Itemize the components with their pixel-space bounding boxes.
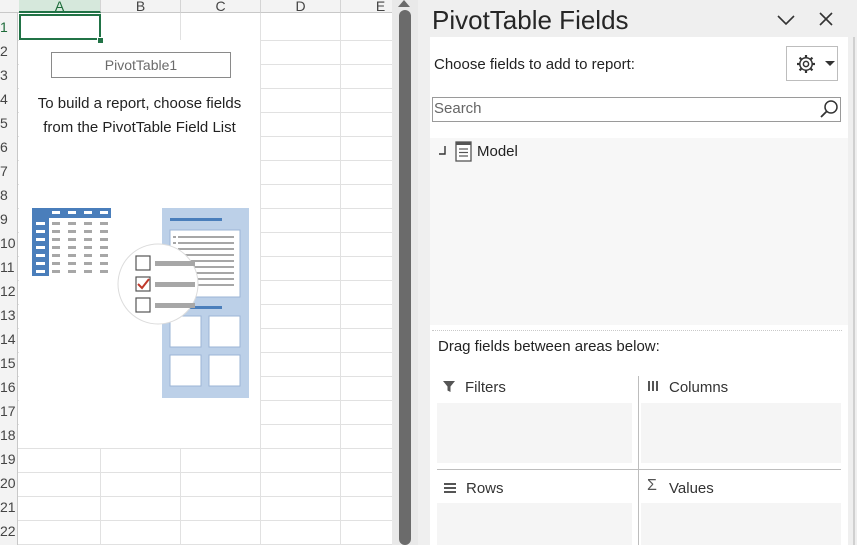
values-drop-area[interactable] <box>641 503 841 545</box>
row-header-6[interactable]: 6 <box>0 135 18 159</box>
row-header-22[interactable]: 22 <box>0 519 18 543</box>
pivottable-name-box: PivotTable1 <box>51 52 231 78</box>
row-header-4[interactable]: 4 <box>0 87 18 111</box>
list-splitter[interactable] <box>432 330 842 331</box>
row-header-2[interactable]: 2 <box>0 39 18 63</box>
vertical-scrollbar-thumb[interactable] <box>399 10 411 545</box>
grid-line <box>18 496 392 497</box>
scroll-up-arrow-icon[interactable] <box>398 0 410 7</box>
row-header-11[interactable]: 11 <box>0 255 18 279</box>
row-header-7[interactable]: 7 <box>0 159 18 183</box>
table-icon <box>455 141 472 162</box>
field-list <box>430 138 848 325</box>
collapse-pane-chevron-icon[interactable] <box>776 10 796 30</box>
rows-area-title: Rows <box>466 480 504 497</box>
column-header-a[interactable]: A <box>19 0 101 13</box>
area-divider <box>638 376 639 545</box>
row-header-19[interactable]: 19 <box>0 447 18 471</box>
pivottable-instruction-line-2: from the PivotTable Field List <box>43 119 236 136</box>
column-header-d[interactable]: D <box>261 0 341 13</box>
grid-line <box>18 472 392 473</box>
column-header-b[interactable]: B <box>101 0 181 13</box>
filters-drop-area[interactable] <box>437 403 632 463</box>
row-header-9[interactable]: 9 <box>0 207 18 231</box>
row-header-17[interactable]: 17 <box>0 399 18 423</box>
fill-handle[interactable] <box>97 37 104 44</box>
column-header-c[interactable]: C <box>181 0 261 13</box>
pivottable-instruction-line-1: To build a report, choose fields <box>37 95 242 112</box>
area-divider <box>437 469 841 470</box>
rows-drop-area[interactable] <box>437 503 632 545</box>
field-search-input[interactable] <box>432 97 841 122</box>
rows-icon <box>444 483 456 493</box>
grid-line <box>340 13 341 545</box>
columns-area-title: Columns <box>669 379 729 396</box>
pivottable-illustration <box>32 208 249 398</box>
column-header-e[interactable]: E <box>341 0 392 13</box>
row-header-14[interactable]: 14 <box>0 327 18 351</box>
row-header-1[interactable]: 1 <box>0 15 18 39</box>
row-header-3[interactable]: 3 <box>0 63 18 87</box>
grid-line <box>18 448 392 449</box>
field-item-model[interactable]: Model <box>477 143 518 160</box>
sigma-icon: Σ <box>647 477 657 494</box>
row-header-20[interactable]: 20 <box>0 471 18 495</box>
pane-title: PivotTable Fields <box>432 5 629 35</box>
grid-line <box>260 13 261 545</box>
search-icon[interactable] <box>818 98 840 120</box>
row-header-13[interactable]: 13 <box>0 303 18 327</box>
values-area-title: Values <box>669 480 714 497</box>
pane-border <box>853 37 855 545</box>
row-header-15[interactable]: 15 <box>0 351 18 375</box>
row-header-8[interactable]: 8 <box>0 183 18 207</box>
choose-fields-label: Choose fields to add to report: <box>434 56 635 73</box>
row-header-5[interactable]: 5 <box>0 111 18 135</box>
expand-toggle-icon[interactable] <box>437 145 447 157</box>
worksheet-grid[interactable]: A B C D E 1 2 3 4 5 6 7 8 9 10 11 12 13 … <box>0 0 392 545</box>
drag-fields-label: Drag fields between areas below: <box>438 338 660 355</box>
field-list-settings-button[interactable] <box>786 46 838 81</box>
row-header-10[interactable]: 10 <box>0 231 18 255</box>
select-all-corner[interactable] <box>0 0 19 13</box>
row-header-21[interactable]: 21 <box>0 495 18 519</box>
row-header-12[interactable]: 12 <box>0 279 18 303</box>
active-cell-a1[interactable] <box>19 14 101 40</box>
columns-icon <box>648 381 658 391</box>
row-header-16[interactable]: 16 <box>0 375 18 399</box>
grid-line <box>18 520 392 521</box>
filters-area-title: Filters <box>465 379 506 396</box>
columns-drop-area[interactable] <box>641 403 841 463</box>
dropdown-caret-icon <box>825 61 835 66</box>
row-header-18[interactable]: 18 <box>0 423 18 447</box>
close-icon[interactable] <box>816 9 836 29</box>
filter-icon <box>443 381 455 392</box>
search-placeholder: Search <box>434 100 482 117</box>
gear-icon <box>797 55 815 73</box>
